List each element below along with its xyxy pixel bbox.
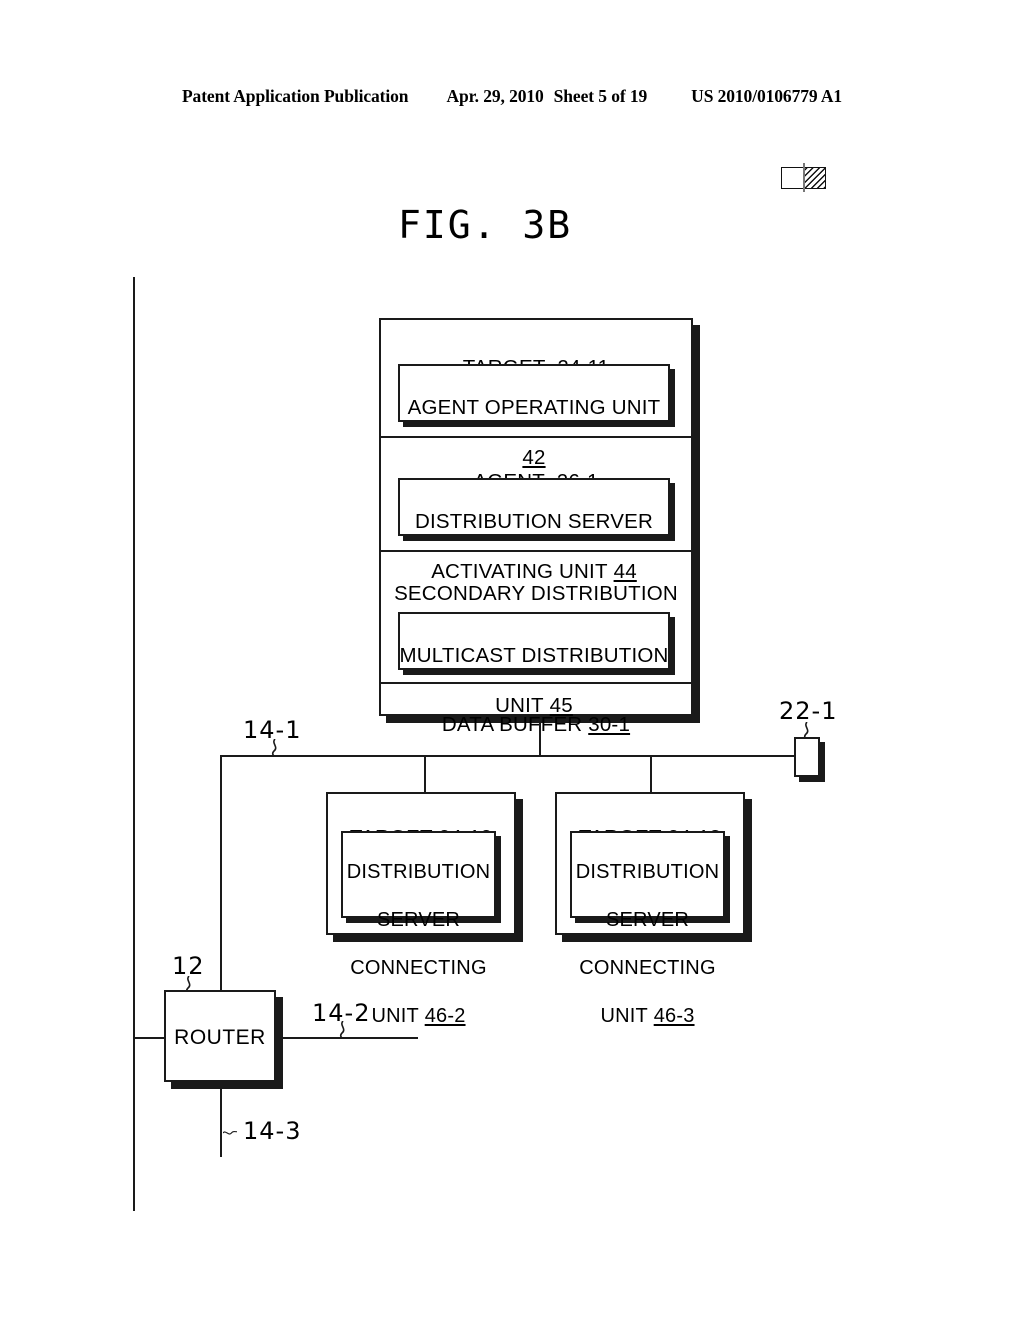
mdu-line1: MULTICAST DISTRIBUTION	[399, 644, 669, 667]
drawing-left-margin-rule	[133, 277, 135, 1211]
main-target-divider-2	[381, 550, 691, 552]
data-buffer-ref: 30-1	[588, 713, 631, 736]
dscu-3-line3: CONNECTING	[579, 957, 716, 979]
data-buffer-text: DATA BUFFER	[441, 713, 583, 736]
terminal-22-1-ref-label: 22-1	[779, 697, 838, 725]
dsau-line1: DISTRIBUTION SERVER	[414, 510, 654, 533]
dscu-2-ref: 46-2	[424, 1005, 466, 1027]
target-24-12-stem	[424, 755, 426, 792]
bus-14-3-leader	[223, 1130, 237, 1135]
dscu-3-line4: UNIT	[600, 1005, 648, 1027]
agent-operating-unit-line1: AGENT OPERATING UNIT	[407, 396, 661, 419]
main-target-divider-3	[381, 682, 691, 684]
target-24-13-unit-label: DISTRIBUTION SERVER CONNECTING UNIT 46-3	[570, 836, 725, 1028]
bus-14-1-line	[220, 755, 796, 757]
main-target-bus-stem	[539, 723, 541, 757]
bus-14-2-leader	[339, 1021, 345, 1039]
bus-14-3-line	[220, 1082, 222, 1157]
bus-14-1-left-drop	[220, 755, 222, 991]
terminal-22-1-box	[794, 737, 820, 777]
dscu-3-line1: DISTRIBUTION	[575, 861, 720, 883]
dscu-2-line4: UNIT	[371, 1005, 419, 1027]
dscu-2-line1: DISTRIBUTION	[346, 861, 491, 883]
bus-14-3-ref-label: 14-3	[243, 1117, 302, 1145]
dscu-3-line2: SERVER	[605, 909, 690, 931]
router-label: ROUTER	[174, 1026, 266, 1049]
bus-14-1-leader	[271, 739, 277, 757]
dscu-3-ref: 46-3	[653, 1005, 695, 1027]
dscu-2-line2: SERVER	[376, 909, 461, 931]
sds-line1: SECONDARY DISTRIBUTION	[394, 582, 678, 605]
main-target-divider-1	[381, 436, 691, 438]
target-24-13-stem	[650, 755, 652, 792]
data-buffer-label: DATA BUFFER 30-1	[379, 687, 693, 737]
router-left-connection	[133, 1037, 166, 1039]
figure-drawing: TARGET 24-11 AGENT OPERATING UNIT 42 AGE…	[0, 0, 1024, 1320]
dscu-2-line3: CONNECTING	[350, 957, 487, 979]
